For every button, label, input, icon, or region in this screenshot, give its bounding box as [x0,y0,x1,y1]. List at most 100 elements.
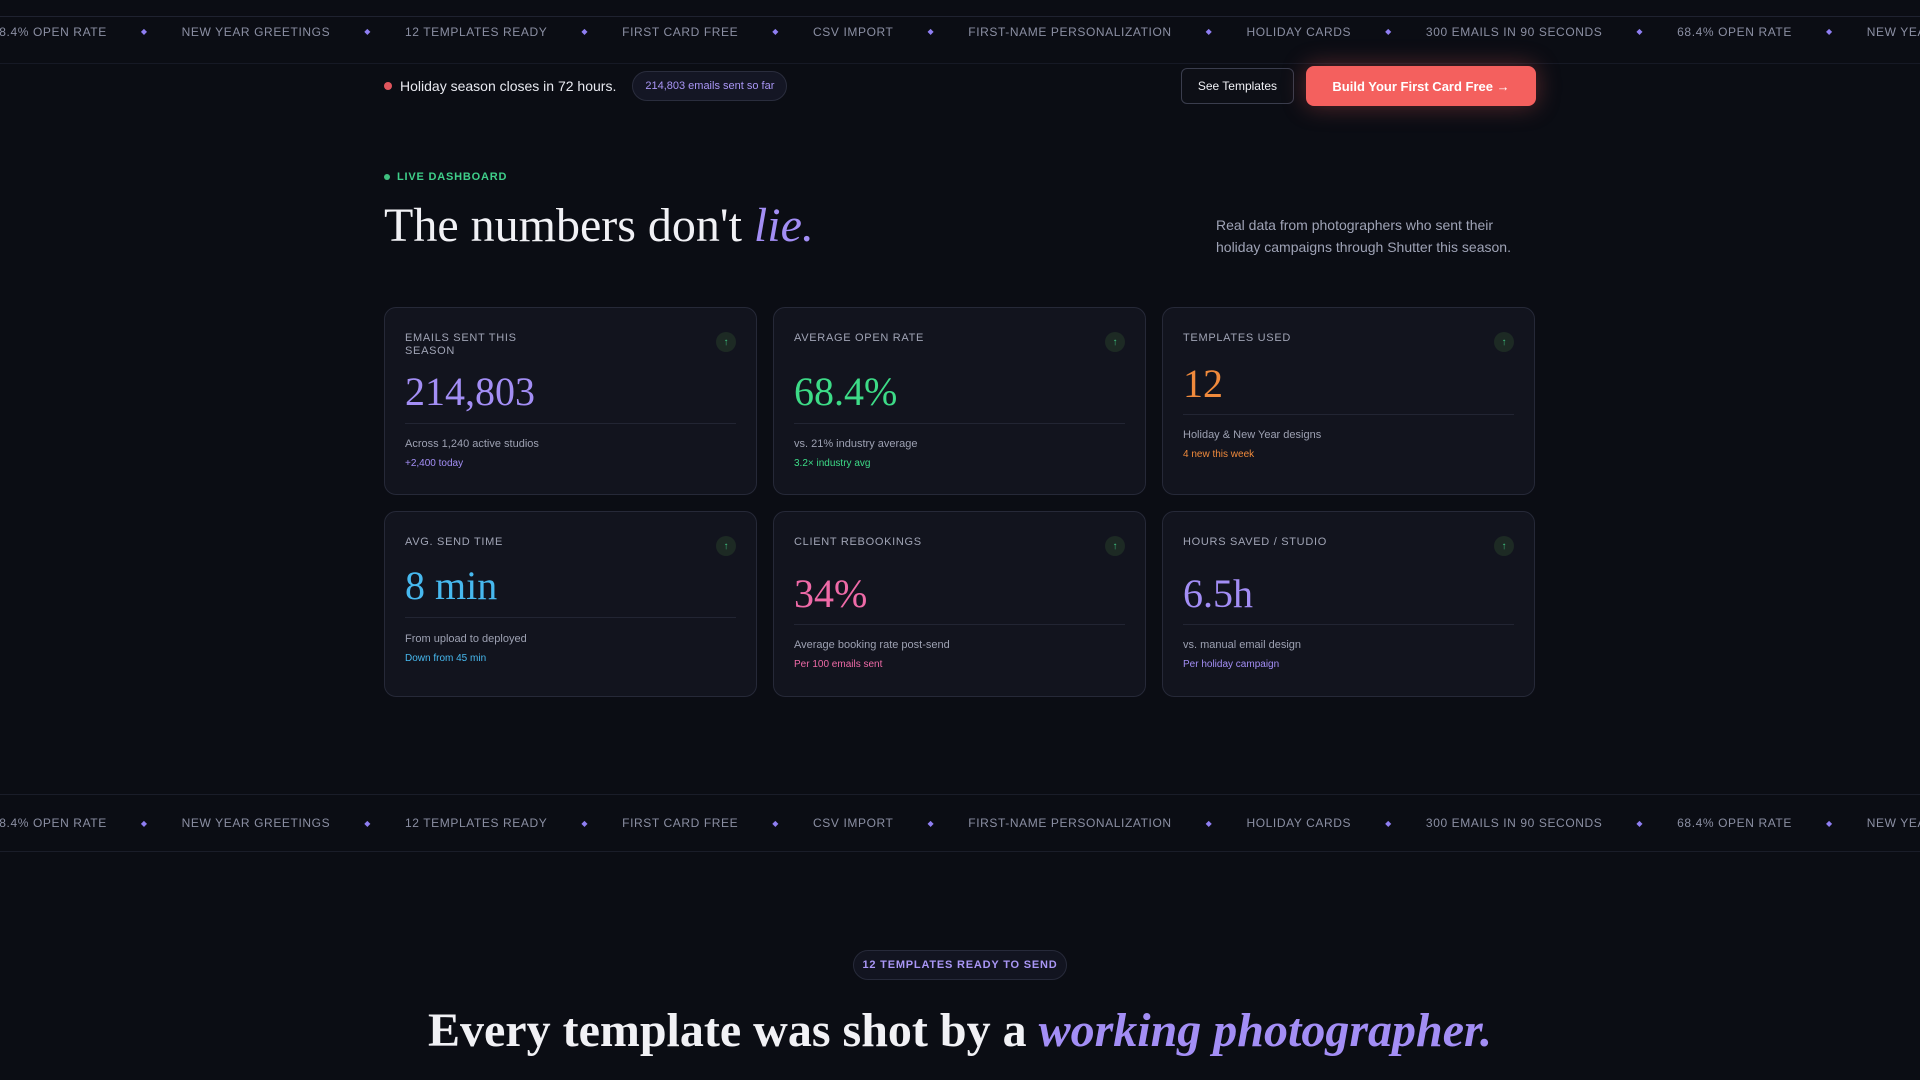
templates-headline-accent: working photographer. [1038,1004,1493,1057]
stat-label: CLIENT REBOOKINGS [794,536,922,548]
stat-subtext: vs. manual email design [1183,639,1302,651]
marquee-item: FIRST-NAME PERSONALIZATION ◆ [968,816,1246,830]
marquee-separator-icon: ◆ [1205,27,1213,36]
marquee-item: 300 EMAILS IN 90 SECONDS ◆ [1426,816,1677,830]
card-divider [405,617,736,618]
live-dashboard-label: LIVE DASHBOARD [397,171,508,183]
trend-up-icon: ↑ [1105,536,1125,556]
stat-value: 214,803 [405,369,535,414]
marquee-item-text: NEW YEAR GREETINGS [181,24,331,39]
marquee-separator-icon: ◆ [581,27,589,36]
marquee-item: 12 TEMPLATES READY ◆ [405,25,622,39]
stat-value: 12 [1183,361,1223,406]
marquee-item-text: 12 TEMPLATES READY [404,816,548,830]
stat-label: TEMPLATES USED [1183,332,1292,344]
top-border [0,16,1920,17]
marquee-separator-icon: ◆ [772,818,780,828]
marquee-top: 68.4% OPEN RATE ◆ NEW YEAR GREETINGS ◆ 12 TE… [0,24,1920,64]
marquee-separator-icon: ◆ [1825,27,1833,36]
marquee-separator-icon: ◆ [927,818,935,828]
live-dashboard-eyebrow: LIVE DASHBOARD [384,171,507,183]
marquee-item-text: 300 EMAILS IN 90 SECONDS [1425,816,1603,830]
stat-note: Down from 45 min [405,653,487,664]
trend-up-icon: ↑ [1105,332,1125,352]
stat-label: AVG. SEND TIME [405,536,504,548]
stat-value: 8 min [405,563,498,608]
marquee-separator-icon: ◆ [1636,818,1644,828]
live-dot-icon [384,174,390,180]
card-divider [794,423,1125,424]
stat-subtext: vs. 21% industry average [794,438,918,450]
stat-note: Per holiday campaign [1183,659,1280,670]
stat-value: 68.4% [794,369,898,414]
stat-subtext: Average booking rate post-send [794,639,950,651]
marquee-item: 300 EMAILS IN 90 SECONDS ◆ [1426,25,1677,39]
templates-ready-badge: 12 TEMPLATES READY TO SEND [853,950,1067,980]
stat-card-templates-used: TEMPLATES USED ↑ 12 Holiday & New Year d… [1162,307,1535,495]
stat-subtext: Across 1,240 active studios [405,438,539,450]
marquee-item-text: 68.4% OPEN RATE [1677,24,1792,39]
announcement-text: Holiday season closes in 72 hours. [400,78,617,94]
stat-card-send-time: AVG. SEND TIME ↑ 8 min From upload to de… [384,511,757,697]
marquee-separator-icon: ◆ [1385,27,1392,36]
marquee-item-text: 68.4% OPEN RATE [0,816,107,830]
marquee-item: 68.4% OPEN RATE ◆ [0,816,182,830]
marquee-item-text: HOLIDAY CARDS [1246,24,1352,39]
marquee-item: FIRST-NAME PERSONALIZATION ◆ [968,25,1246,39]
stat-subtext: From upload to deployed [405,633,527,645]
marquee-separator-icon: ◆ [927,27,935,36]
marquee-item-text: 12 TEMPLATES READY [404,24,548,39]
marquee-item: NEW YEAR GREETINGS◆ [1867,25,1920,39]
trend-up-icon: ↑ [716,536,736,556]
card-divider [1183,624,1514,625]
trend-up-icon: ↑ [716,332,736,352]
build-first-card-button[interactable]: Build Your First Card Free → [1306,66,1536,106]
marquee-item-text: NEW YEAR GREETINGS [1866,24,1920,39]
marquee-item-text: NEW YEAR GREETINGS [181,816,331,830]
marquee-separator-icon: ◆ [1636,27,1644,36]
stat-note: +2,400 today [405,458,464,469]
see-templates-button[interactable]: See Templates [1180,68,1294,104]
marquee-separator-icon: ◆ [581,818,589,828]
marquee-item-text: CSV IMPORT [813,24,894,39]
marquee-item: HOLIDAY CARDS ◆ [1246,816,1425,830]
marquee-separator-icon: ◆ [364,818,371,828]
marquee-separator-icon: ◆ [772,27,780,36]
marquee-separator-icon: ◆ [364,27,371,36]
marquee-item: 68.4% OPEN RATE ◆ [1677,816,1867,830]
card-divider [405,423,736,424]
stat-value: 6.5h [1183,571,1253,616]
stat-note: Per 100 emails sent [794,659,883,670]
templates-headline-main: Every template was shot by a [427,1004,1039,1057]
marquee-item-text: FIRST CARD FREE [622,816,739,830]
headline-main: The numbers don't [384,199,754,252]
marquee-separator-icon: ◆ [1825,818,1833,828]
marquee-item: CSV IMPORT ◆ [813,816,968,830]
card-divider [794,624,1125,625]
marquee-item: CSV IMPORT ◆ [813,25,968,39]
marquee-item: FIRST CARD FREE ◆ [622,816,813,830]
stat-label: HOURS SAVED / STUDIO [1183,536,1327,548]
card-divider [1183,414,1514,415]
stat-card-client-rebookings: CLIENT REBOOKINGS ↑ 34% Average booking … [773,511,1146,697]
marquee-item-text: 68.4% OPEN RATE [1677,816,1792,830]
stat-value: 34% [794,571,868,616]
marquee-middle: 68.4% OPEN RATE ◆ NEW YEAR GREETINGS ◆ 12 TE… [0,794,1920,852]
marquee-separator-icon: ◆ [140,818,148,828]
templates-headline: Every template was shot by a working pho… [0,1003,1920,1058]
marquee-item: 12 TEMPLATES READY ◆ [405,816,622,830]
marquee-item-text: NEW YEAR GREETINGS [1866,816,1920,830]
stat-label: AVERAGE OPEN RATE [794,332,925,344]
marquee-item-text: 68.4% OPEN RATE [0,24,107,39]
marquee-item-text: FIRST-NAME PERSONALIZATION [968,816,1172,830]
marquee-item: 68.4% OPEN RATE ◆ [1677,25,1867,39]
marquee-item-text: FIRST-NAME PERSONALIZATION [968,24,1172,39]
stat-card-hours-saved: HOURS SAVED / STUDIO ↑ 6.5h vs. manual e… [1162,511,1535,697]
marquee-separator-icon: ◆ [1205,818,1213,828]
stat-note: 3.2× industry avg [794,458,871,469]
dashboard-description: Real data from photographers who sent th… [1216,217,1511,255]
marquee-item: NEW YEAR GREETINGS◆ [1867,816,1920,830]
marquee-separator-icon: ◆ [140,27,148,36]
stat-note: 4 new this week [1183,449,1255,460]
dashboard-headline: The numbers don't lie. [384,198,814,253]
